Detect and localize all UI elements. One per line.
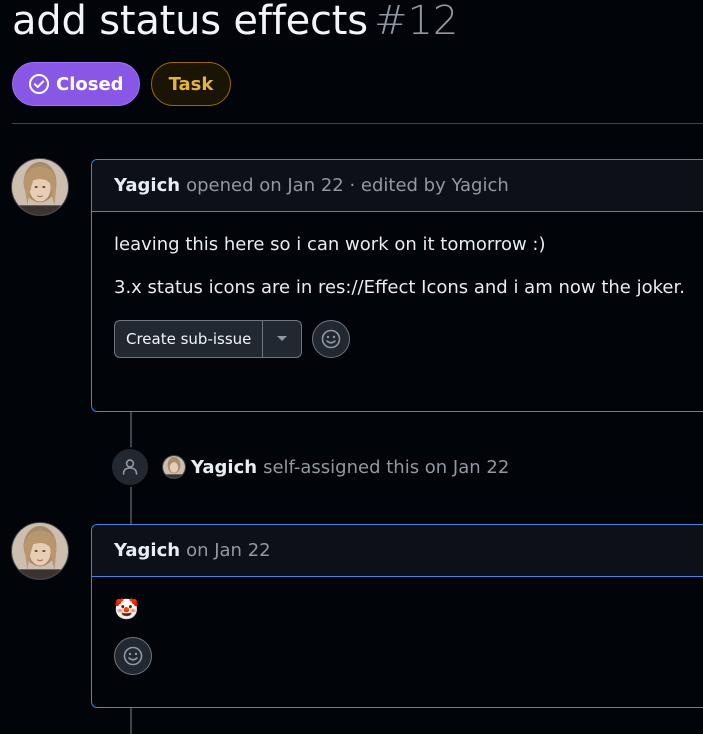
header-divider bbox=[12, 123, 703, 124]
comment-actions: Create sub-issue bbox=[114, 320, 698, 358]
timeline-line bbox=[130, 708, 132, 734]
status-badge: Closed bbox=[12, 62, 140, 106]
triangle-down-icon bbox=[277, 336, 288, 341]
issue-number: #12 bbox=[373, 0, 459, 44]
smiley-icon bbox=[322, 329, 341, 349]
add-reaction-button[interactable] bbox=[114, 637, 152, 675]
comment-paragraph: leaving this here so i can work on it to… bbox=[114, 234, 546, 255]
create-sub-issue-split-button: Create sub-issue bbox=[114, 320, 303, 358]
comment-header: Yagich opened on Jan 22 · edited by Yagi… bbox=[92, 160, 703, 212]
sub-issue-dropdown-button[interactable] bbox=[263, 321, 301, 357]
check-circle-icon bbox=[28, 73, 50, 95]
comment-body: 🤡 bbox=[92, 577, 703, 697]
comment-card: Yagich opened on Jan 22 · edited by Yagi… bbox=[91, 159, 703, 412]
comment-meta[interactable]: opened on Jan 22 · edited by Yagich bbox=[186, 175, 509, 196]
status-badge-label: Closed bbox=[56, 73, 124, 95]
comment-meta[interactable]: on Jan 22 bbox=[186, 540, 271, 561]
issue-title: add status effects bbox=[12, 0, 368, 44]
issue-badges: Closed Task bbox=[12, 62, 232, 106]
add-reaction-button[interactable] bbox=[312, 320, 351, 358]
event-text: self-assigned this on Jan 22 bbox=[263, 456, 510, 478]
comment-header: Yagich on Jan 22 bbox=[92, 525, 703, 577]
issue-page: add status effects #12 Closed Task Yagich bbox=[0, 0, 703, 734]
comment-body: leaving this here so i can work on it to… bbox=[92, 212, 703, 380]
smiley-icon bbox=[123, 646, 143, 666]
avatar[interactable] bbox=[11, 158, 69, 216]
create-sub-issue-button[interactable]: Create sub-issue bbox=[115, 321, 264, 357]
comment-paragraph: 3.x status icons are in res://Effect Ico… bbox=[114, 277, 685, 298]
issue-type-badge[interactable]: Task bbox=[150, 62, 232, 106]
comment-author[interactable]: Yagich bbox=[114, 175, 180, 196]
issue-header: add status effects #12 bbox=[12, 0, 458, 44]
event-author[interactable]: Yagich bbox=[191, 457, 257, 478]
comment-card: Yagich on Jan 22 🤡 bbox=[91, 524, 703, 708]
person-icon bbox=[110, 447, 150, 487]
comment-emoji: 🤡 bbox=[114, 597, 139, 621]
timeline-event: Yagich self-assigned this on Jan 22 bbox=[110, 447, 509, 487]
avatar[interactable] bbox=[11, 522, 69, 580]
comment-author[interactable]: Yagich bbox=[114, 540, 180, 561]
avatar[interactable] bbox=[162, 455, 186, 479]
